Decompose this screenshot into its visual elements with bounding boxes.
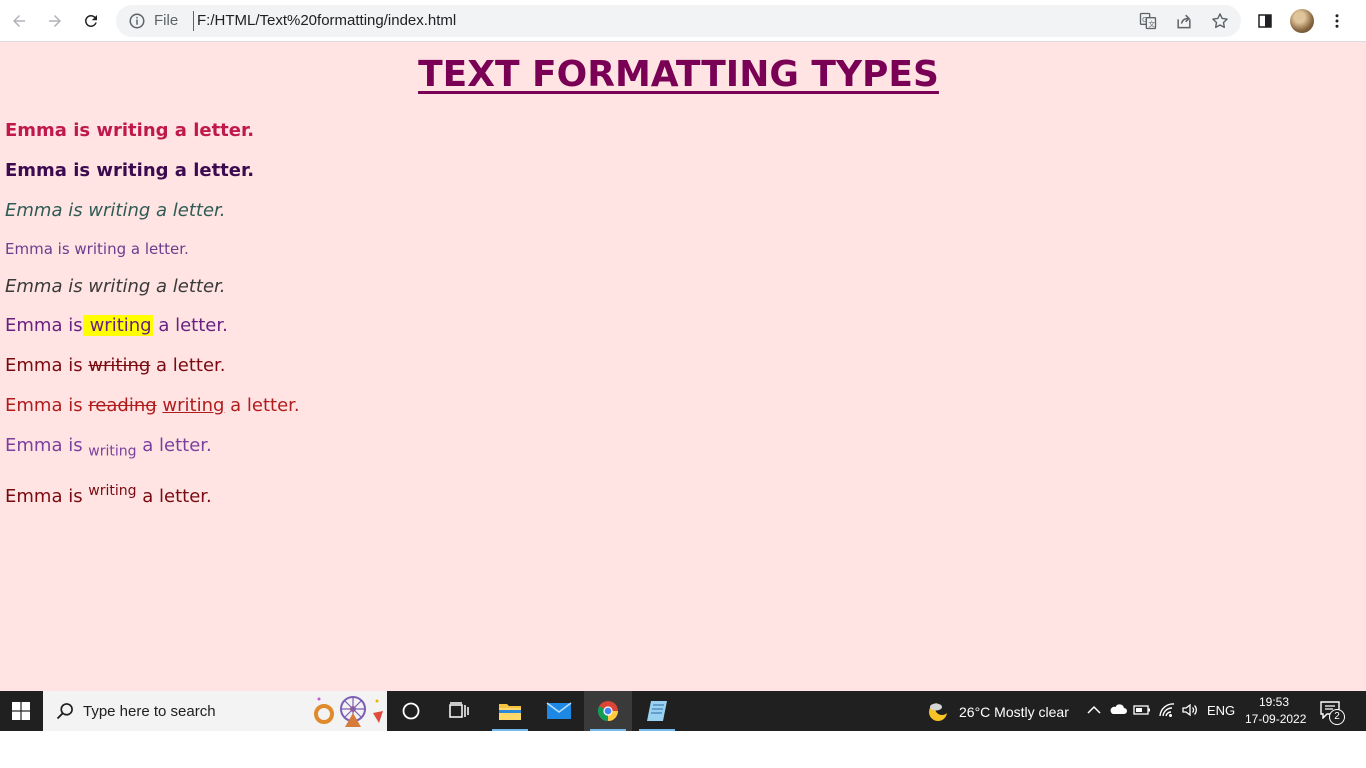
back-button[interactable] [5, 7, 33, 35]
share-icon[interactable] [1174, 11, 1194, 31]
taskbar-file-explorer[interactable] [486, 691, 534, 731]
subscript-word: writing [88, 443, 137, 460]
search-icon [56, 703, 73, 720]
strong-line: Emma is writing a letter. [5, 160, 255, 181]
arrow-left-icon [13, 15, 25, 27]
page-content: TEXT FORMATTING TYPES Emma is writing a … [0, 42, 1366, 691]
em-line: Emma is writing a letter. [5, 276, 226, 297]
notepad-icon [647, 701, 667, 721]
bookmark-star-icon[interactable] [1210, 11, 1230, 31]
svg-text:G: G [1142, 16, 1147, 24]
del-line-before: Emma is [5, 355, 89, 376]
folder-icon [499, 704, 521, 720]
svg-text:文: 文 [1148, 19, 1155, 28]
mail-icon [546, 702, 572, 719]
notification-center-button[interactable]: 2 [1316, 691, 1356, 731]
taskbar-notepad[interactable] [633, 691, 681, 731]
del-line: Emma is writing a letter. [5, 355, 226, 376]
translate-icon[interactable]: G文 [1138, 11, 1158, 31]
volume-icon[interactable] [1181, 701, 1199, 719]
weather-text[interactable]: 26°C Mostly clear [959, 704, 1069, 720]
language-indicator[interactable]: ENG [1207, 703, 1235, 718]
mark-line-before: Emma is [5, 315, 83, 336]
search-placeholder: Type here to search [83, 703, 216, 720]
small-line: Emma is writing a letter. [5, 240, 189, 258]
mark-line: Emma is writing a letter. [5, 315, 228, 336]
more-vertical-icon [1335, 14, 1339, 28]
profile-avatar[interactable] [1290, 9, 1314, 33]
windows-taskbar: Type here to search 26°C Mostly clear EN… [0, 691, 1366, 731]
onedrive-cloud-icon[interactable] [1109, 701, 1127, 719]
page-title: TEXT FORMATTING TYPES [418, 54, 939, 95]
inserted-word: writing [162, 395, 225, 416]
clock-time: 19:53 [1259, 695, 1290, 709]
below-taskbar-area [0, 731, 1366, 768]
deleted-word: reading [88, 395, 157, 416]
url-scheme: File [154, 12, 179, 29]
chevron-up-icon[interactable] [1085, 701, 1103, 719]
bold-line: Emma is writing a letter. [5, 120, 255, 141]
cortana-button[interactable] [387, 691, 435, 731]
ins-line-before: Emma is [5, 395, 89, 416]
menu-button[interactable] [1323, 7, 1351, 35]
notification-badge: 2 [1329, 709, 1345, 725]
wifi-icon[interactable] [1158, 701, 1176, 719]
browser-toolbar: File F:/HTML/Text%20formatting/index.htm… [0, 0, 1366, 42]
sub-line-before: Emma is [5, 435, 89, 456]
superscript-word: writing [88, 483, 137, 499]
reload-icon [84, 14, 97, 27]
sup-line-after: a letter. [136, 486, 212, 507]
start-button[interactable] [0, 691, 42, 731]
sub-line: Emma is writing a letter. [5, 435, 212, 460]
forward-button[interactable] [41, 7, 69, 35]
reload-button[interactable] [77, 7, 105, 35]
sup-line-before: Emma is [5, 486, 89, 507]
cortana-circle-icon [402, 702, 420, 720]
highlighted-word: writing [82, 315, 153, 336]
windows-logo-icon [12, 702, 30, 720]
sub-line-after: a letter. [136, 435, 212, 456]
deleted-word: writing [88, 355, 151, 376]
taskbar-search-box[interactable]: Type here to search [43, 691, 387, 731]
weather-moon-cloud-icon[interactable] [927, 699, 951, 723]
task-view-icon [449, 702, 469, 718]
arrow-right-icon [49, 15, 61, 27]
italic-line: Emma is writing a letter. [5, 200, 226, 221]
sup-line: Emma is writing a letter. [5, 483, 212, 507]
ins-line: Emma is reading writing a letter. [5, 395, 300, 416]
url-divider [193, 11, 194, 31]
search-highlight-illustration-icon [314, 696, 383, 727]
battery-icon[interactable] [1133, 701, 1151, 719]
ins-line-after: a letter. [224, 395, 300, 416]
taskbar-mail[interactable] [535, 691, 583, 731]
chrome-icon [597, 701, 619, 722]
side-panel-button[interactable] [1251, 7, 1279, 35]
url-text[interactable]: F:/HTML/Text%20formatting/index.html [197, 12, 456, 29]
taskbar-chrome[interactable] [584, 691, 632, 731]
clock-date: 17-09-2022 [1245, 712, 1307, 726]
side-panel-icon [1258, 14, 1272, 28]
clock[interactable]: 19:53 17-09-2022 [1240, 691, 1308, 731]
address-bar[interactable]: File F:/HTML/Text%20formatting/index.htm… [116, 5, 1241, 37]
info-icon[interactable] [128, 12, 146, 30]
task-view-button[interactable] [435, 691, 483, 731]
del-line-after: a letter. [150, 355, 226, 376]
mark-line-after: a letter. [152, 315, 228, 336]
